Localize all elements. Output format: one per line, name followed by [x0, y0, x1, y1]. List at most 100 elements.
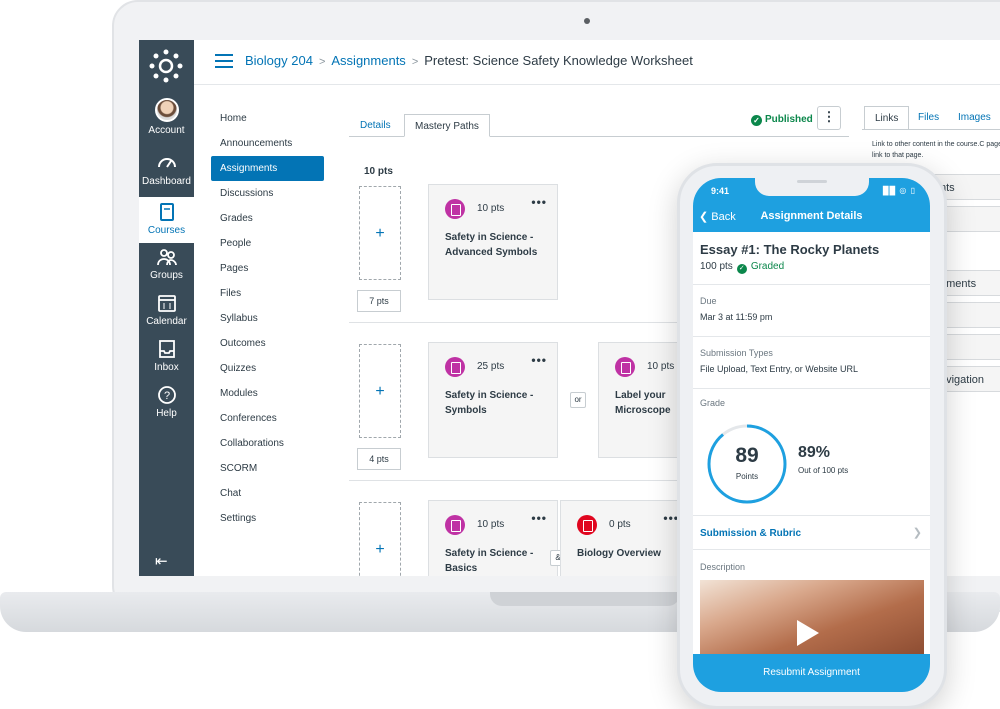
nav-dashboard-label: Dashboard	[142, 176, 191, 187]
assignment-meta: 100 pts ✓ Graded	[700, 261, 784, 274]
description-video[interactable]	[700, 580, 924, 660]
book-icon	[159, 203, 174, 221]
panel-help-text: Link to other content in the course.C pa…	[872, 141, 1000, 159]
nav-calendar[interactable]: Calendar	[139, 292, 194, 327]
svg-text:?: ?	[163, 390, 169, 402]
add-range-button[interactable]: +	[359, 186, 401, 280]
course-nav-item-grades[interactable]: Grades	[211, 206, 324, 231]
avatar	[154, 98, 179, 122]
submission-types-value: File Upload, Text Entry, or Website URL	[700, 364, 859, 374]
published-status[interactable]: ✓ Published	[751, 114, 813, 126]
resubmit-button[interactable]: Resubmit Assignment	[693, 654, 930, 692]
nav-groups[interactable]: Groups	[139, 246, 194, 281]
help-icon: ?	[157, 386, 176, 404]
course-nav-item-discussions[interactable]: Discussions	[211, 181, 324, 206]
divider	[693, 388, 930, 389]
nav-dashboard[interactable]: Dashboard	[139, 152, 194, 187]
tab-files[interactable]: Files	[908, 106, 949, 130]
nav-inbox[interactable]: Inbox	[139, 338, 194, 373]
path-card[interactable]: 10 pts ••• Safety in Science - Basics	[428, 500, 558, 576]
conjunction-toggle[interactable]: or	[570, 392, 586, 408]
inbox-icon	[158, 340, 175, 358]
card-title: Safety in Science - Advanced Symbols	[445, 232, 538, 258]
course-nav-item-pages[interactable]: Pages	[211, 256, 324, 281]
marketing-stage: Account Dashboard Courses Groups Calenda…	[0, 0, 1000, 709]
card-menu-icon[interactable]: •••	[531, 511, 547, 525]
card-points: 10 pts	[647, 361, 675, 372]
header-divider	[194, 84, 1000, 85]
grade-out-of: Out of 100 pts	[798, 466, 849, 475]
card-points: 10 pts	[477, 519, 505, 530]
nav-account[interactable]: Account	[139, 98, 194, 136]
breadcrumb-current: Pretest: Science Safety Knowledge Worksh…	[424, 53, 693, 68]
panel-tabs-divider	[862, 129, 1000, 130]
score-threshold[interactable]: 4 pts	[357, 448, 401, 470]
assignment-icon	[445, 515, 465, 535]
course-nav-item-announcements[interactable]: Announcements	[211, 131, 324, 156]
tab-links[interactable]: Links	[864, 106, 910, 130]
phone-screen: 9:41 ██ ◎ ▯ ❮ Back Assignment Details Es…	[693, 178, 930, 692]
assignment-icon	[445, 357, 465, 377]
course-nav-item-assignments[interactable]: Assignments	[211, 156, 324, 181]
course-nav-item-people[interactable]: People	[211, 231, 324, 256]
chevron-right-icon: >	[318, 56, 326, 68]
due-value: Mar 3 at 11:59 pm	[700, 312, 773, 322]
card-menu-icon[interactable]: •••	[531, 353, 547, 367]
play-icon[interactable]	[797, 620, 819, 646]
course-nav-item-scorm[interactable]: SCORM	[211, 456, 324, 481]
nav-inbox-label: Inbox	[154, 362, 179, 373]
course-nav-item-home[interactable]: Home	[211, 106, 324, 131]
nav-help[interactable]: ? Help	[139, 384, 194, 419]
collapse-nav-icon[interactable]: ⇤	[155, 552, 168, 570]
path-card[interactable]: 10 pts ••• Safety in Science - Advanced …	[428, 184, 558, 300]
card-title: Safety in Science - Symbols	[445, 390, 534, 416]
breadcrumb-assignments[interactable]: Assignments	[331, 53, 405, 68]
assignment-icon	[445, 199, 465, 219]
tab-details[interactable]: Details	[350, 114, 401, 137]
hamburger-menu-icon[interactable]	[215, 54, 233, 68]
card-menu-icon[interactable]: •••	[531, 195, 547, 209]
nav-account-label: Account	[148, 125, 185, 136]
add-range-button[interactable]: +	[359, 344, 401, 438]
score-threshold[interactable]: 7 pts	[357, 290, 401, 312]
tab-images[interactable]: Images	[948, 106, 1000, 130]
grade-unit: Points	[735, 472, 759, 481]
submission-types-label: Submission Types	[700, 348, 773, 358]
course-nav-item-modules[interactable]: Modules	[211, 381, 324, 406]
path-card[interactable]: 0 pts ••• Biology Overview	[560, 500, 690, 576]
chevron-right-icon: >	[411, 56, 419, 68]
course-nav: Home Announcements Assignments Discussions G…	[211, 106, 324, 531]
screen-title: Assignment Details	[760, 210, 863, 222]
more-options-icon[interactable]: ⋮	[817, 106, 841, 130]
breadcrumb-course[interactable]: Biology 204	[245, 53, 313, 68]
divider	[693, 549, 930, 550]
course-nav-item-settings[interactable]: Settings	[211, 506, 324, 531]
course-nav-item-chat[interactable]: Chat	[211, 481, 324, 506]
course-nav-item-outcomes[interactable]: Outcomes	[211, 331, 324, 356]
graded-label: Graded	[750, 261, 785, 272]
course-nav-item-syllabus[interactable]: Syllabus	[211, 306, 324, 331]
path-card[interactable]: 25 pts ••• Safety in Science - Symbols	[428, 342, 558, 458]
course-nav-item-collaborations[interactable]: Collaborations	[211, 431, 324, 456]
nav-courses[interactable]: Courses	[139, 197, 194, 243]
phone-notch	[755, 178, 869, 196]
card-points: 0 pts	[609, 519, 631, 530]
tab-mastery-paths[interactable]: Mastery Paths	[404, 114, 490, 137]
course-nav-item-files[interactable]: Files	[211, 281, 324, 306]
course-nav-item-quizzes[interactable]: Quizzes	[211, 356, 324, 381]
assignment-points: 10 pts	[364, 166, 393, 177]
phone-header: 9:41 ██ ◎ ▯ ❮ Back Assignment Details	[693, 178, 930, 232]
submission-rubric-link[interactable]: Submission & Rubric	[700, 528, 801, 539]
description-label: Description	[700, 562, 746, 572]
canvas-logo-icon[interactable]	[148, 48, 184, 84]
camera	[584, 18, 590, 24]
dashboard-icon	[157, 158, 176, 168]
groups-icon	[156, 249, 177, 266]
grade-score: 89	[735, 444, 759, 467]
course-nav-item-conferences[interactable]: Conferences	[211, 406, 324, 431]
breadcrumb: Biology 204 > Assignments > Pretest: Science…	[245, 53, 693, 68]
chevron-right-icon[interactable]: ❯	[913, 526, 922, 539]
global-nav: Account Dashboard Courses Groups Calenda…	[139, 40, 194, 576]
add-range-button[interactable]: +	[359, 502, 401, 576]
card-title: Safety in Science - Basics	[445, 548, 534, 574]
